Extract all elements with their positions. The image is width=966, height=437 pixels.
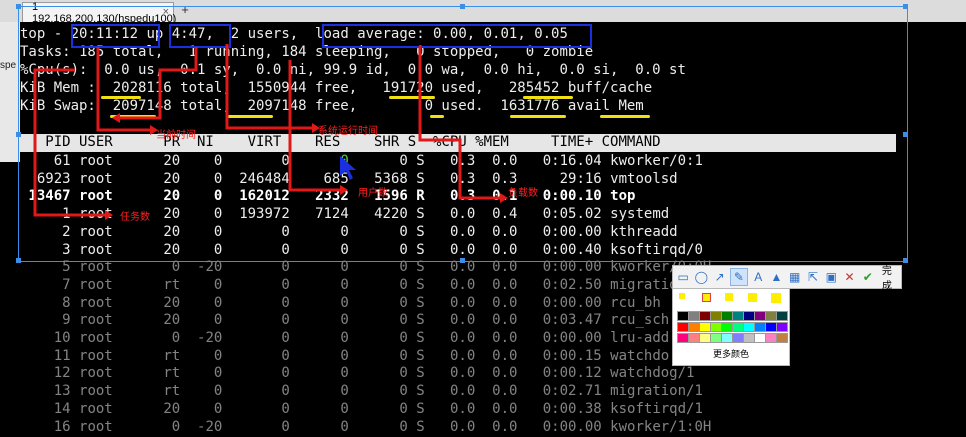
done-button[interactable]: 完成 <box>882 262 901 292</box>
annotation-load: 负载数 <box>508 188 538 199</box>
brush-size-option[interactable] <box>679 293 685 299</box>
arrow-load <box>418 46 500 200</box>
brush-size-option[interactable] <box>725 293 733 301</box>
annotation-task-count: 任务数 <box>120 212 150 223</box>
color-swatch[interactable] <box>776 333 788 343</box>
arrow-tasks <box>33 68 105 217</box>
pen-tool-icon[interactable]: ✎ <box>729 268 749 286</box>
brush-size-option[interactable] <box>702 293 711 302</box>
annotation-current-time: 当前时间 <box>156 130 196 141</box>
more-colors-button[interactable]: 更多颜色 <box>673 347 789 360</box>
annotation-toolbar: ▭ ◯ ↗ ✎ A ▲ ▦ ⇱ ▣ ✕ ✔ 完成 <box>672 262 902 292</box>
brush-size-option[interactable] <box>771 293 781 303</box>
arrowhead <box>105 210 113 220</box>
arrowhead <box>340 185 348 195</box>
ellipse-tool-icon[interactable]: ◯ <box>693 269 709 285</box>
annotation-user-count: 用户数 <box>358 188 388 199</box>
cancel-icon[interactable]: ✕ <box>841 269 857 285</box>
rectangle-tool-icon[interactable]: ▭ <box>675 269 691 285</box>
highlighter-tool-icon[interactable]: ▲ <box>768 269 784 285</box>
mosaic-tool-icon[interactable]: ▦ <box>787 269 803 285</box>
color-palette: 更多颜色 <box>672 288 790 366</box>
done-check-icon[interactable]: ✔ <box>860 269 876 285</box>
brush-size-option[interactable] <box>748 293 757 302</box>
cursor-icon <box>340 156 356 180</box>
arrowhead <box>500 193 508 203</box>
color-swatch[interactable] <box>776 311 788 321</box>
pin-icon[interactable]: ⇱ <box>805 269 821 285</box>
text-tool-icon[interactable]: A <box>750 269 766 285</box>
arrow-uptime <box>225 44 312 130</box>
annotation-uptime: 系统运行时间 <box>318 126 378 137</box>
arrow-tool-icon[interactable]: ↗ <box>712 269 728 285</box>
arrowhead <box>112 113 120 123</box>
save-icon[interactable]: ▣ <box>823 269 839 285</box>
arrow-brace <box>120 47 198 120</box>
color-swatch[interactable] <box>776 322 788 332</box>
